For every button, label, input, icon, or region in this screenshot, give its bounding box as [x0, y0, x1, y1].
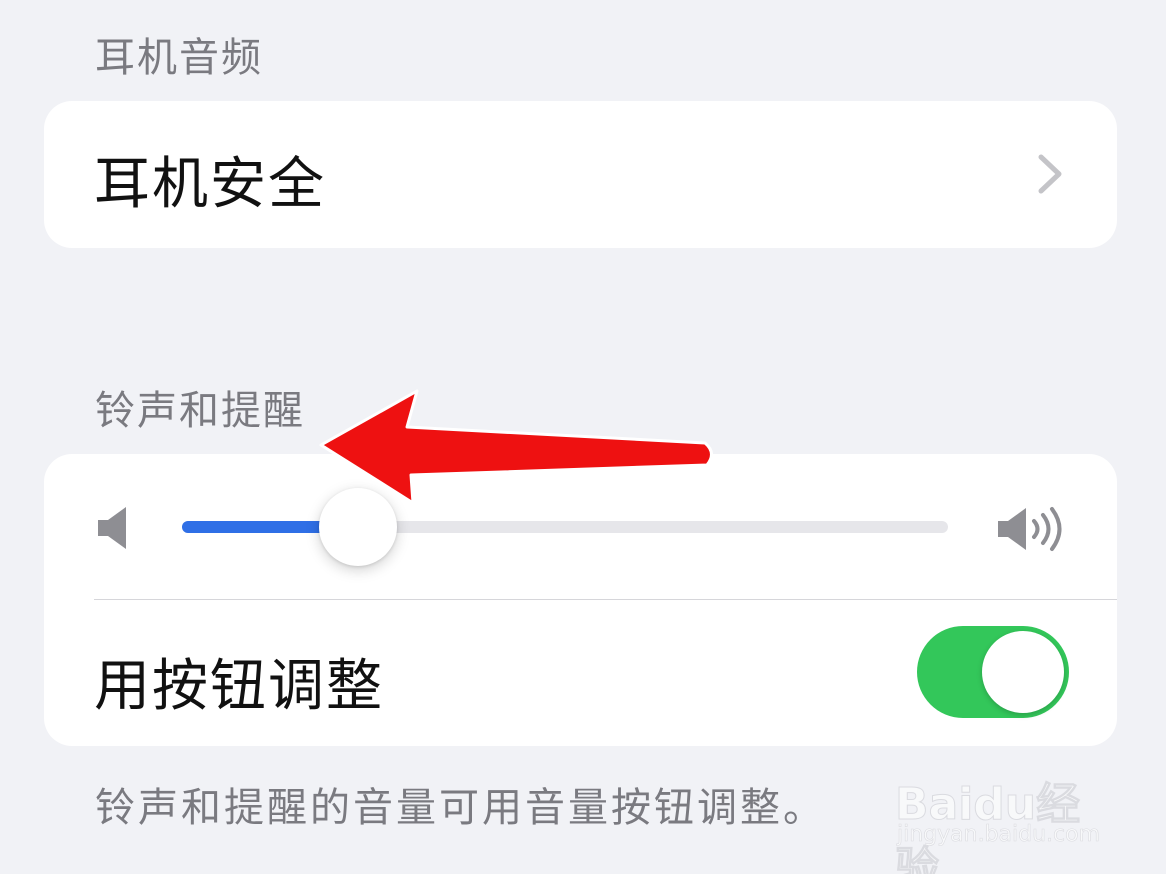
watermark-url: jingyan.baidu.com	[897, 822, 1101, 848]
headphone-safety-row[interactable]: 耳机安全	[44, 101, 1117, 248]
headphone-safety-label: 耳机安全	[94, 152, 326, 217]
speaker-high-icon	[998, 507, 1062, 551]
change-with-buttons-toggle[interactable]	[917, 626, 1069, 718]
chevron-right-icon	[1038, 154, 1062, 194]
baidu-jingyan-watermark: Baidu经验 jingyan.baidu.com	[895, 752, 1110, 874]
volume-slider[interactable]	[182, 488, 948, 566]
annotation-arrow	[319, 389, 713, 505]
section-header-ringer-alerts: 铃声和提醒	[95, 388, 305, 434]
change-with-buttons-label: 用按钮调整	[94, 654, 384, 719]
row-divider	[94, 599, 1117, 600]
settings-page: 耳机音频 耳机安全 铃声和提醒 用按钮调整 铃声和提醒的音量可用音量按钮调整。	[0, 0, 1166, 874]
speaker-low-icon	[98, 507, 126, 549]
ringer-alerts-footer: 铃声和提醒的音量可用音量按钮调整。	[95, 785, 826, 831]
toggle-knob	[982, 631, 1064, 713]
watermark-brand: Baidu经验	[895, 779, 1081, 874]
section-header-headphone-audio: 耳机音频	[95, 35, 263, 81]
